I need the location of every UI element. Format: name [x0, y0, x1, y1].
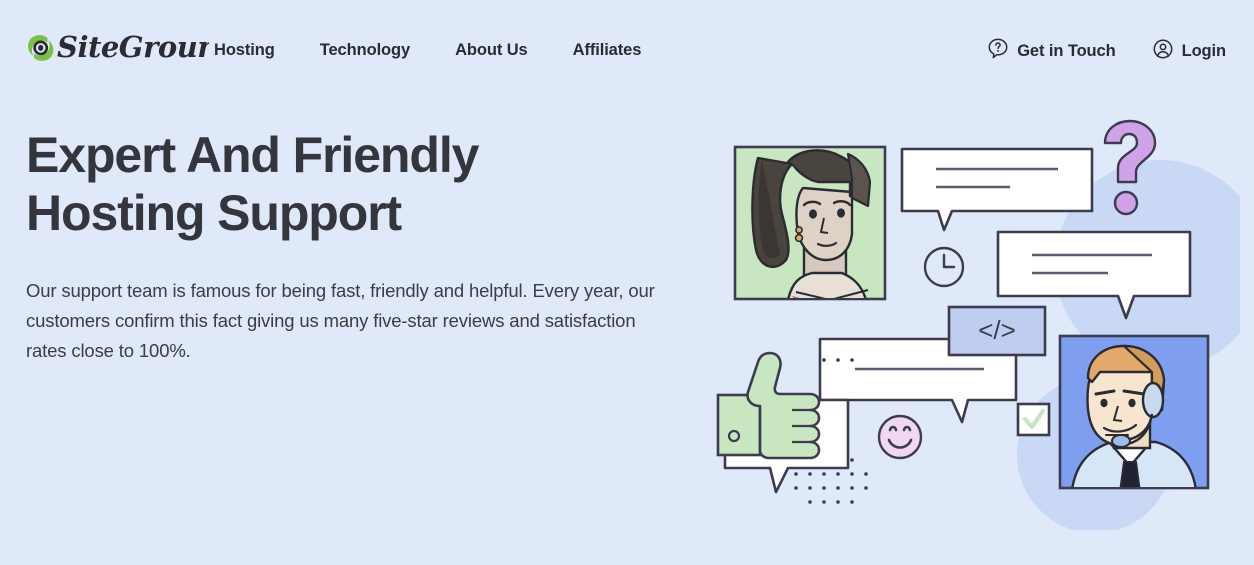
- nav-item-about-us[interactable]: About Us: [455, 38, 528, 62]
- checkbox-check-icon: [1016, 402, 1051, 437]
- user-circle-icon: [1153, 39, 1173, 64]
- woman-portrait: [733, 145, 887, 301]
- siteground-swirl-logo-icon: [26, 32, 56, 69]
- page-title: Expert And Friendly Hosting Support: [26, 127, 479, 241]
- nav-item-affiliates[interactable]: Affiliates: [573, 38, 642, 62]
- get-in-touch-label: Get in Touch: [1017, 42, 1116, 60]
- site-logo[interactable]: SiteGround: [26, 28, 238, 72]
- hero-text-block: Expert And Friendly Hosting Support Our …: [26, 126, 686, 366]
- question-bubble-icon: [988, 38, 1008, 64]
- smiley-face-icon: [877, 414, 923, 460]
- logo-wordmark: SiteGround: [57, 30, 238, 71]
- thumbs-up-icon: [716, 351, 821, 460]
- agent-portrait: [1058, 334, 1210, 490]
- code-tag-box: </>: [947, 305, 1047, 357]
- site-header: SiteGround Hosting Technology About Us A…: [0, 0, 1254, 100]
- login-button[interactable]: Login: [1153, 39, 1226, 64]
- nav-item-hosting[interactable]: Hosting: [214, 38, 275, 62]
- primary-navigation: Hosting Technology About Us Affiliates: [214, 38, 641, 62]
- hero-paragraph: Our support team is famous for being fas…: [26, 280, 655, 361]
- hero-illustration: </>: [700, 110, 1240, 530]
- chat-bubble-top: [900, 147, 1094, 232]
- login-label: Login: [1181, 42, 1227, 60]
- clock-icon: [923, 246, 965, 288]
- header-actions: Get in Touch Login: [988, 38, 1226, 64]
- get-in-touch-button[interactable]: Get in Touch: [988, 38, 1116, 64]
- svg-text:SiteGround: SiteGround: [57, 30, 209, 64]
- code-symbol-text: </>: [978, 315, 1016, 345]
- page-root: SiteGround Hosting Technology About Us A…: [0, 0, 1254, 565]
- nav-item-technology[interactable]: Technology: [320, 38, 410, 62]
